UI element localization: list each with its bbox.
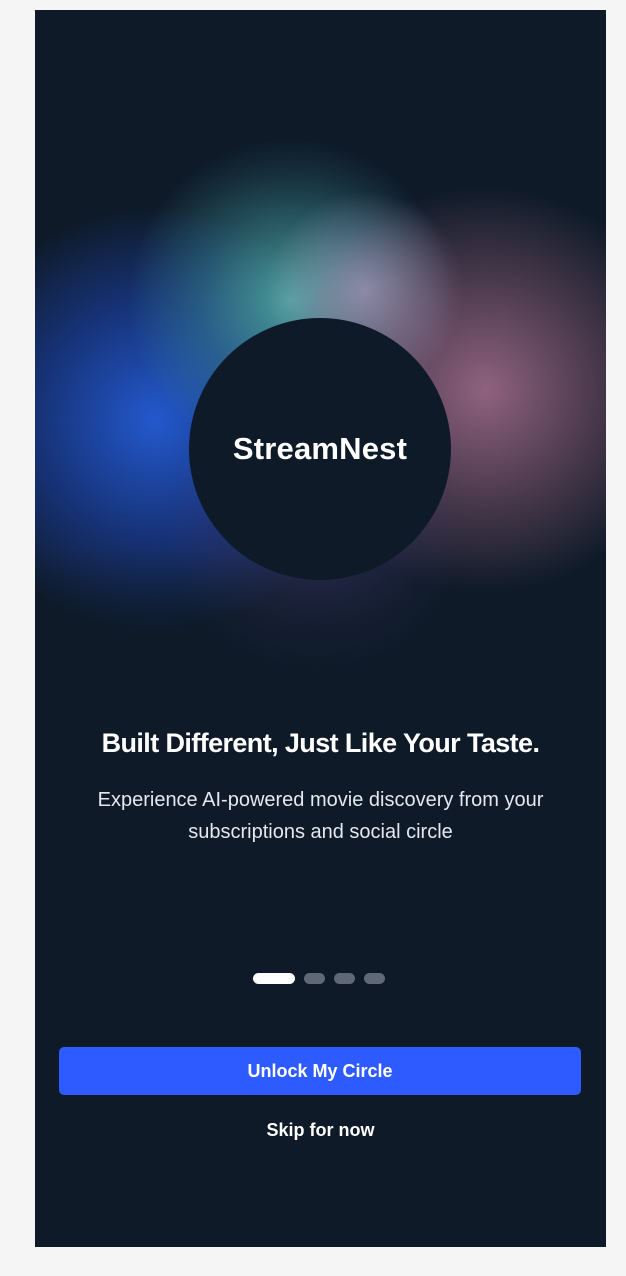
- pagination-dots: [253, 973, 385, 984]
- pagination-dot[interactable]: [364, 973, 385, 984]
- pagination-dot-active[interactable]: [253, 973, 295, 984]
- glow-fade-top: [35, 10, 606, 210]
- unlock-my-circle-button[interactable]: Unlock My Circle: [59, 1047, 581, 1095]
- onboarding-subtitle: Experience AI-powered movie discovery fr…: [97, 789, 544, 843]
- app-logo: StreamNest: [189, 318, 451, 580]
- onboarding-screen: StreamNest Built Different, Just Like Yo…: [35, 10, 606, 1247]
- app-logo-text: StreamNest: [232, 431, 408, 466]
- pagination-dot[interactable]: [304, 973, 325, 984]
- onboarding-headline: Built Different, Just Like Your Taste.: [101, 728, 540, 758]
- pagination-dot[interactable]: [334, 973, 355, 984]
- skip-for-now-link[interactable]: Skip for now: [35, 1120, 606, 1141]
